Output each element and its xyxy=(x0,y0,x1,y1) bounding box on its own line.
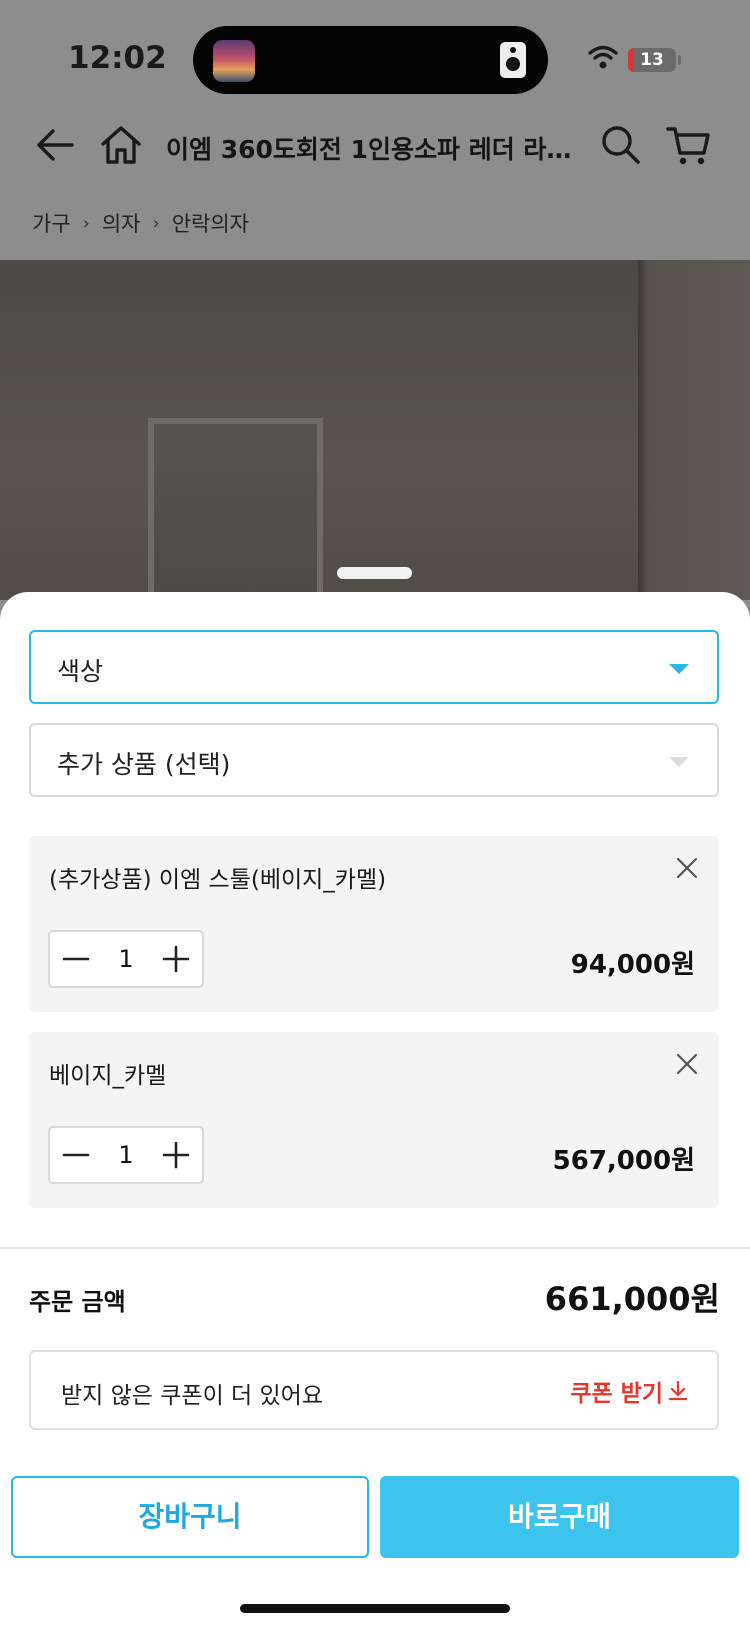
order-total-label: 주문 금액 xyxy=(29,1288,126,1316)
extra-product-select[interactable]: 추가 상품 (선택) xyxy=(29,723,719,797)
cart-icon[interactable] xyxy=(664,120,714,170)
selected-option-card: (추가상품) 이엠 스툴(베이지_카멜) 1 94,000원 xyxy=(29,836,719,1012)
coupon-banner: 받지 않은 쿠폰이 더 있어요 쿠폰 받기 xyxy=(29,1350,719,1430)
get-coupon-label: 쿠폰 받기 xyxy=(570,1381,663,1407)
home-icon[interactable] xyxy=(96,120,146,170)
option-price: 567,000원 xyxy=(552,1146,695,1176)
battery-level: 13 xyxy=(640,50,664,70)
now-playing-artwork-icon xyxy=(213,40,255,82)
divider xyxy=(0,1247,750,1249)
sheet-drag-handle[interactable] xyxy=(337,567,412,579)
status-bar: 12:02 13 xyxy=(0,0,750,110)
color-select[interactable]: 색상 xyxy=(29,630,719,704)
chevron-right-icon: › xyxy=(152,212,160,234)
download-icon xyxy=(668,1380,688,1401)
option-price: 94,000원 xyxy=(570,950,695,980)
order-total-value: 661,000원 xyxy=(544,1280,720,1318)
get-coupon-button[interactable]: 쿠폰 받기 xyxy=(570,1374,689,1408)
breadcrumb-item[interactable]: 의자 xyxy=(102,208,141,238)
quantity-stepper: 1 xyxy=(48,1126,204,1184)
caret-down-icon xyxy=(669,757,689,767)
extra-product-select-label: 추가 상품 (선택) xyxy=(57,750,231,779)
product-image-wall xyxy=(638,260,750,600)
battery-tip xyxy=(678,55,681,65)
add-to-cart-button[interactable]: 장바구니 xyxy=(11,1476,369,1558)
selected-option-card: 베이지_카멜 1 567,000원 xyxy=(29,1032,719,1208)
home-indicator xyxy=(240,1604,510,1613)
dynamic-island xyxy=(193,26,548,94)
selected-option-name: 베이지_카멜 xyxy=(49,1063,167,1089)
plus-icon[interactable] xyxy=(150,932,202,986)
product-image xyxy=(0,260,750,600)
nav-bar: 이엠 360도회전 1인용소파 레더 라운지체어 xyxy=(0,110,750,190)
caret-down-icon xyxy=(669,664,689,674)
battery-icon: 13 xyxy=(628,48,676,72)
chevron-right-icon: › xyxy=(82,212,90,234)
arrow-left-icon[interactable] xyxy=(30,120,80,170)
wifi-icon xyxy=(588,45,618,69)
selected-option-name: (추가상품) 이엠 스툴(베이지_카멜) xyxy=(49,867,387,893)
minus-icon[interactable] xyxy=(50,932,102,986)
page-title: 이엠 360도회전 1인용소파 레더 라운지체어 xyxy=(166,135,586,164)
breadcrumb-item[interactable]: 안락의자 xyxy=(172,208,249,238)
coupon-message: 받지 않은 쿠폰이 더 있어요 xyxy=(61,1383,324,1409)
speaker-icon xyxy=(500,42,526,78)
quantity-stepper: 1 xyxy=(48,930,204,988)
breadcrumb-item[interactable]: 가구 xyxy=(32,208,71,238)
quantity-value[interactable]: 1 xyxy=(102,1128,150,1182)
color-select-label: 색상 xyxy=(57,657,104,686)
breadcrumb: 가구 › 의자 › 안락의자 xyxy=(32,206,249,240)
product-image-frame xyxy=(148,418,323,600)
plus-icon[interactable] xyxy=(150,1128,202,1182)
quantity-value[interactable]: 1 xyxy=(102,932,150,986)
buy-now-button[interactable]: 바로구매 xyxy=(380,1476,739,1558)
close-icon[interactable] xyxy=(673,1050,701,1078)
option-bottom-sheet: 색상 추가 상품 (선택) (추가상품) 이엠 스툴(베이지_카멜) 1 94,… xyxy=(0,592,750,1630)
status-time: 12:02 xyxy=(68,40,167,76)
close-icon[interactable] xyxy=(673,854,701,882)
minus-icon[interactable] xyxy=(50,1128,102,1182)
search-icon[interactable] xyxy=(596,120,646,170)
